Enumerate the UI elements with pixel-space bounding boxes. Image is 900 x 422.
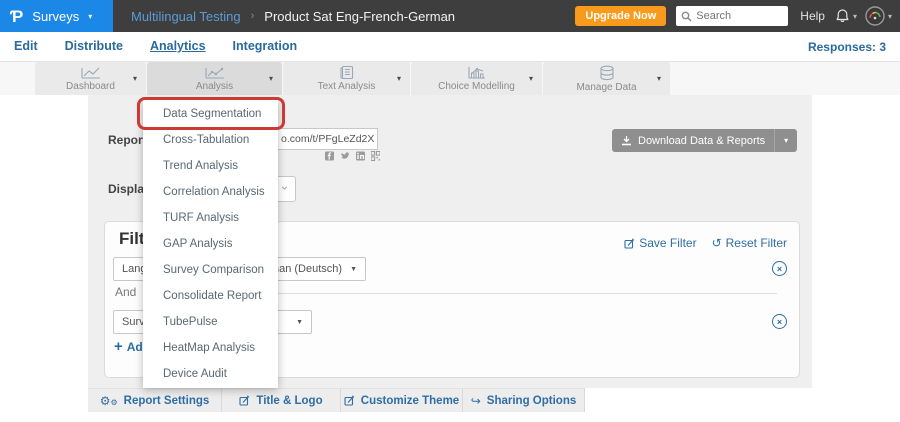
menu-item-device-audit[interactable]: Device Audit bbox=[143, 361, 278, 387]
report-url-label: Report bbox=[108, 133, 147, 147]
download-options-toggle[interactable]: ▾ bbox=[774, 129, 797, 152]
menu-item-gap-analysis[interactable]: GAP Analysis bbox=[143, 231, 278, 257]
toolbar-tab-choice-modelling[interactable]: Choice Modelling ▾ bbox=[411, 62, 543, 95]
reset-filter-label: Reset Filter bbox=[726, 236, 787, 250]
edit-icon bbox=[344, 395, 355, 406]
toolbar-tab-manage-data[interactable]: Manage Data ▾ bbox=[543, 62, 671, 95]
menu-item-tubepulse[interactable]: TubePulse bbox=[143, 309, 278, 335]
facebook-icon[interactable] bbox=[325, 151, 334, 161]
tab-label: Title & Logo bbox=[256, 395, 322, 407]
questionpro-logo-icon: Ƥ bbox=[10, 8, 23, 25]
share-icons bbox=[325, 151, 380, 161]
line-chart-icon bbox=[79, 66, 103, 80]
toolbar-tab-analysis[interactable]: Analysis ▾ bbox=[147, 62, 283, 95]
chevron-down-icon: › bbox=[278, 186, 292, 190]
scatter-line-chart-icon bbox=[203, 66, 227, 80]
chevron-down-icon: ▼ bbox=[350, 266, 357, 273]
breadcrumb-separator-icon: › bbox=[251, 10, 255, 22]
nav-item-analytics[interactable]: Analytics bbox=[150, 39, 206, 54]
menu-item-survey-comparison[interactable]: Survey Comparison bbox=[143, 257, 278, 283]
remove-filter-button[interactable]: × bbox=[772, 314, 787, 329]
toolbar-tab-label: Analysis bbox=[196, 81, 233, 92]
qr-code-icon[interactable] bbox=[371, 151, 380, 161]
product-switcher[interactable]: Ƥ Surveys ▾ bbox=[0, 0, 113, 32]
toolbar-tab-label: Manage Data bbox=[576, 82, 636, 93]
chevron-down-icon[interactable]: ▾ bbox=[657, 74, 661, 83]
save-filter-label: Save Filter bbox=[639, 236, 696, 250]
breadcrumb-survey-title: Product Sat Eng-French-German bbox=[264, 9, 455, 24]
chevron-down-icon[interactable]: ▾ bbox=[397, 74, 401, 83]
account-menu[interactable]: ▾ bbox=[865, 6, 892, 26]
breadcrumb-folder[interactable]: Multilingual Testing bbox=[131, 9, 241, 24]
tab-title-logo[interactable]: Title & Logo bbox=[222, 388, 341, 412]
nav-item-distribute[interactable]: Distribute bbox=[65, 39, 123, 54]
filter-conjunction: And bbox=[115, 285, 136, 299]
database-icon bbox=[598, 65, 616, 81]
download-icon bbox=[621, 135, 632, 146]
avatar bbox=[865, 6, 885, 26]
help-link[interactable]: Help bbox=[800, 9, 825, 23]
tab-report-settings[interactable]: ⚙⚙ Report Settings bbox=[88, 388, 222, 412]
search-input[interactable] bbox=[696, 10, 776, 22]
save-filter-button[interactable]: Save Filter bbox=[624, 236, 696, 250]
bar-line-chart-icon bbox=[465, 65, 489, 80]
tab-label: Sharing Options bbox=[487, 395, 576, 407]
analytics-toolbar: Dashboard ▾ Analysis ▾ Text Analysis ▾ C… bbox=[0, 62, 900, 95]
search-icon bbox=[681, 11, 692, 22]
bell-icon bbox=[835, 8, 850, 24]
reset-filter-button[interactable]: ↺ Reset Filter bbox=[712, 236, 787, 250]
remove-filter-button[interactable]: × bbox=[772, 261, 787, 276]
chevron-down-icon: ▾ bbox=[853, 12, 857, 21]
toolbar-tab-dashboard[interactable]: Dashboard ▾ bbox=[35, 62, 147, 95]
menu-item-consolidate-report[interactable]: Consolidate Report bbox=[143, 283, 278, 309]
toolbar-tab-label: Text Analysis bbox=[318, 81, 376, 92]
gears-icon: ⚙⚙ bbox=[100, 394, 118, 408]
menu-item-data-segmentation[interactable]: Data Segmentation bbox=[143, 101, 278, 127]
upgrade-now-button[interactable]: Upgrade Now bbox=[575, 6, 666, 26]
notifications-menu[interactable]: ▾ bbox=[835, 8, 857, 24]
chevron-down-icon[interactable]: ▾ bbox=[529, 74, 533, 83]
document-icon bbox=[339, 65, 355, 80]
share-icon: ↪ bbox=[471, 394, 481, 408]
toolbar-tab-label: Choice Modelling bbox=[438, 81, 515, 92]
chevron-down-icon[interactable]: ▾ bbox=[269, 74, 273, 83]
report-url-input[interactable] bbox=[277, 128, 378, 150]
menu-item-correlation-analysis[interactable]: Correlation Analysis bbox=[143, 179, 278, 205]
responses-count[interactable]: Responses: 3 bbox=[808, 40, 886, 54]
tab-label: Customize Theme bbox=[361, 395, 459, 407]
product-name: Surveys bbox=[32, 9, 79, 24]
breadcrumb: Multilingual Testing › Product Sat Eng-F… bbox=[131, 9, 455, 24]
report-footer-tabs: ⚙⚙ Report Settings Title & Logo Customiz… bbox=[88, 388, 585, 412]
plus-icon: + bbox=[114, 339, 123, 354]
search-box[interactable] bbox=[676, 6, 788, 26]
reset-icon: ↺ bbox=[712, 236, 722, 250]
menu-item-heatmap-analysis[interactable]: HeatMap Analysis bbox=[143, 335, 278, 361]
menu-item-trend-analysis[interactable]: Trend Analysis bbox=[143, 153, 278, 179]
survey-nav: Edit Distribute Analytics Integration Re… bbox=[0, 32, 900, 62]
twitter-icon[interactable] bbox=[340, 151, 350, 161]
linkedin-icon[interactable] bbox=[356, 151, 365, 161]
tab-label: Report Settings bbox=[124, 395, 210, 407]
tab-sharing-options[interactable]: ↪ Sharing Options bbox=[463, 388, 585, 412]
download-button-label: Download Data & Reports bbox=[638, 135, 765, 147]
chevron-down-icon: ▾ bbox=[888, 12, 892, 21]
nav-item-integration[interactable]: Integration bbox=[233, 39, 298, 54]
tab-customize-theme[interactable]: Customize Theme bbox=[341, 388, 463, 412]
download-data-reports-button[interactable]: Download Data & Reports ▾ bbox=[612, 129, 797, 152]
top-bar: Ƥ Surveys ▾ Multilingual Testing › Produ… bbox=[0, 0, 900, 32]
chevron-down-icon: ▾ bbox=[88, 12, 92, 21]
edit-icon bbox=[624, 238, 635, 249]
toolbar-tab-label: Dashboard bbox=[66, 81, 115, 92]
chevron-down-icon: ▼ bbox=[296, 319, 303, 326]
chevron-down-icon[interactable]: ▾ bbox=[133, 74, 137, 83]
analysis-dropdown-menu: Data Segmentation Cross-Tabulation Trend… bbox=[143, 100, 278, 388]
toolbar-tab-text-analysis[interactable]: Text Analysis ▾ bbox=[283, 62, 411, 95]
nav-item-edit[interactable]: Edit bbox=[14, 39, 38, 54]
menu-item-cross-tabulation[interactable]: Cross-Tabulation bbox=[143, 127, 278, 153]
menu-item-turf-analysis[interactable]: TURF Analysis bbox=[143, 205, 278, 231]
edit-icon bbox=[239, 395, 250, 406]
app-window: Ƥ Surveys ▾ Multilingual Testing › Produ… bbox=[0, 0, 900, 422]
